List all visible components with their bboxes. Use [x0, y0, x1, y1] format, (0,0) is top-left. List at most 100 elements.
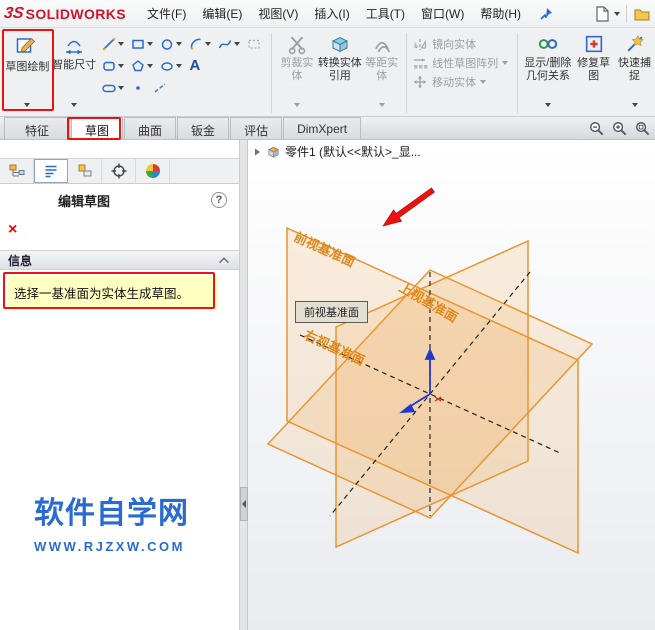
repair-sketch-button[interactable]: 修复草图 — [573, 30, 614, 110]
text-tool[interactable]: A — [186, 56, 205, 76]
rectangle-tool[interactable] — [128, 34, 155, 54]
property-manager-header: 编辑草图 ? — [0, 184, 239, 216]
menu-insert[interactable]: 插入(I) — [307, 1, 356, 26]
view-tools — [588, 117, 655, 139]
pattern-tools-stack: 镜向实体 线性草图阵列 移动实体 — [412, 30, 511, 90]
propertymanager-tab[interactable] — [34, 159, 68, 183]
menu-tools[interactable]: 工具(T) — [359, 1, 412, 26]
move-entities-icon — [414, 76, 427, 88]
ribbon-divider — [270, 33, 272, 113]
ellipse-tool[interactable] — [157, 56, 184, 76]
quick-snaps-dropdown-icon[interactable] — [631, 103, 638, 107]
sketch-button-label: 草图绘制 — [5, 61, 50, 73]
sketch-icon — [14, 33, 40, 59]
configurationmanager-tab[interactable] — [68, 159, 102, 183]
message-group-label: 信息 — [8, 253, 33, 268]
repair-sketch-icon — [583, 33, 605, 55]
graphics-viewport[interactable]: 零件1 (默认<<默认>_显... 前视基准面 上视基准面 右视基准面 前视基准… — [248, 140, 655, 630]
panel-splitter[interactable] — [240, 140, 248, 630]
tab-sheet-metal[interactable]: 钣金 — [177, 117, 230, 139]
tab-surfaces[interactable]: 曲面 — [124, 117, 177, 139]
display-delete-relations-button[interactable]: 显示/删除几何关系 — [523, 30, 574, 110]
slot-tool[interactable] — [99, 78, 126, 98]
menu-view[interactable]: 视图(V) — [251, 1, 305, 26]
tabbar-spacer — [362, 117, 588, 139]
slot-dropdown-icon[interactable] — [117, 86, 124, 90]
zoom-fit-icon[interactable] — [611, 120, 628, 137]
smart-dimension-icon — [62, 33, 86, 57]
dimxpertmanager-tab[interactable] — [102, 159, 136, 183]
cancel-button[interactable]: × — [8, 222, 17, 238]
smart-dimension-dropdown-icon[interactable] — [71, 103, 78, 107]
displaymanager-tab[interactable] — [136, 159, 170, 183]
move-entities-button[interactable]: 移动实体 — [412, 74, 511, 90]
tab-dimxpert[interactable]: DimXpert — [283, 117, 362, 139]
trim-entities-button[interactable]: 剪裁实体 — [276, 30, 317, 110]
menu-edit[interactable]: 编辑(E) — [195, 1, 249, 26]
convert-entities-button[interactable]: 转换实体引用 — [317, 30, 362, 110]
polygon-tool[interactable] — [128, 56, 155, 76]
mirror-entities-button[interactable]: 镜向实体 — [412, 36, 511, 52]
linear-sketch-pattern-button[interactable]: 线性草图阵列 — [412, 55, 511, 71]
watermark: 软件自学网 WWW.RJZXW.COM — [34, 488, 189, 554]
configurationmanager-tab-icon — [78, 164, 91, 177]
collapse-chevron-icon[interactable] — [217, 255, 231, 265]
property-manager-panel: 编辑草图 ? × 信息 选择一基准面为实体生成草图。 软件自学网 WWW.RJZ… — [0, 140, 240, 630]
menu-window[interactable]: 窗口(W) — [414, 1, 471, 26]
line-dropdown-icon[interactable] — [117, 42, 124, 46]
command-manager-ribbon: 草图绘制 智能尺寸 A 剪裁实体 转换实体引用 等距实体 镜向实体 线性草图阵列… — [0, 28, 655, 117]
watermark-url: WWW.RJZXW.COM — [34, 539, 185, 554]
trim-dropdown-icon — [293, 103, 300, 107]
part-icon — [267, 146, 280, 158]
property-manager-actions: × — [0, 216, 239, 244]
menu-file[interactable]: 文件(F) — [140, 1, 193, 26]
rectangle-dropdown-icon[interactable] — [146, 42, 153, 46]
help-icon[interactable]: ? — [211, 192, 227, 208]
zoom-area-icon[interactable] — [634, 120, 651, 137]
trim-entities-label: 剪裁实体 — [280, 57, 314, 82]
ribbon-divider — [406, 33, 408, 113]
dimxpertmanager-tab-icon — [111, 163, 126, 179]
spline-tool[interactable] — [215, 34, 242, 54]
quick-snaps-button[interactable]: 快速捕捉 — [614, 30, 655, 110]
collapse-arrow-icon — [242, 500, 246, 508]
menu-help[interactable]: 帮助(H) — [473, 1, 528, 26]
spline-dropdown-icon[interactable] — [233, 42, 240, 46]
offset-entities-label: 等距实体 — [365, 57, 399, 82]
smart-dimension-button[interactable]: 智能尺寸 — [52, 30, 97, 110]
arc-dropdown-icon[interactable] — [204, 42, 211, 46]
menubar: 文件(F) 编辑(E) 视图(V) 插入(I) 工具(T) 窗口(W) 帮助(H… — [140, 1, 528, 26]
message-group-header[interactable]: 信息 — [0, 250, 239, 270]
tab-sketch[interactable]: 草图 — [71, 117, 124, 139]
line-tool[interactable] — [99, 34, 126, 54]
new-document-dropdown-icon[interactable] — [614, 11, 620, 16]
sketch-dropdown-icon[interactable] — [24, 103, 31, 107]
tab-features[interactable]: 特征 — [4, 117, 71, 139]
featuremanager-tab-icon — [9, 164, 24, 177]
new-document-icon[interactable] — [593, 5, 611, 23]
tab-evaluate[interactable]: 评估 — [230, 117, 283, 139]
panel-spacer — [0, 140, 239, 158]
offset-entities-button[interactable]: 等距实体 — [362, 30, 401, 110]
rounded-rectangle-tool[interactable] — [99, 56, 126, 76]
centerline-tool[interactable] — [150, 78, 170, 98]
point-tool[interactable] — [128, 78, 148, 98]
construction-rectangle-tool[interactable] — [244, 34, 264, 54]
arc-tool[interactable] — [186, 34, 213, 54]
circle-tool[interactable] — [157, 34, 184, 54]
polygon-dropdown-icon[interactable] — [146, 64, 153, 68]
zoom-out-icon[interactable] — [588, 120, 605, 137]
sketch-button[interactable]: 草图绘制 — [3, 30, 52, 110]
ellipse-dropdown-icon[interactable] — [175, 64, 182, 68]
trim-entities-icon — [286, 33, 308, 55]
graphics-scene[interactable]: 前视基准面 上视基准面 右视基准面 — [248, 140, 655, 630]
pin-menu-icon[interactable] — [538, 6, 554, 22]
featuremanager-tab[interactable] — [0, 159, 34, 183]
relations-dropdown-icon[interactable] — [544, 103, 551, 107]
tree-expand-icon[interactable] — [252, 147, 262, 157]
circle-dropdown-icon[interactable] — [175, 42, 182, 46]
feature-tree-root[interactable]: 零件1 (默认<<默认>_显... — [252, 143, 421, 160]
open-document-icon[interactable] — [633, 5, 651, 23]
rounded-rectangle-dropdown-icon[interactable] — [117, 64, 124, 68]
panel-collapse-handle[interactable] — [240, 487, 248, 521]
